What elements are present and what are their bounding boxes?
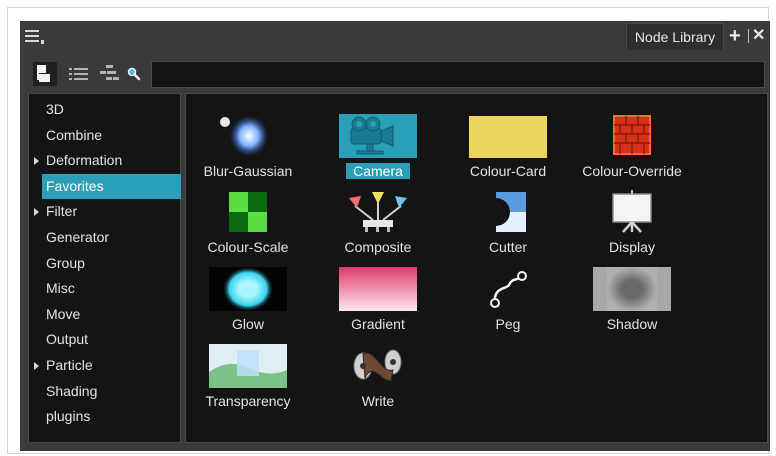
sidebar-item-output[interactable]: Output xyxy=(42,327,181,352)
node-label: Colour-Override xyxy=(582,163,682,179)
sidebar-item-plugins[interactable]: plugins xyxy=(42,404,181,429)
node-item-camera[interactable]: Camera xyxy=(318,114,438,190)
node-label: Shadow xyxy=(606,316,658,332)
node-label: Camera xyxy=(346,163,410,179)
sidebar-item-move[interactable]: Move xyxy=(42,302,181,327)
node-item-write[interactable]: Write xyxy=(318,344,438,420)
colour-override-icon xyxy=(593,114,671,158)
node-label: Gradient xyxy=(351,316,405,332)
node-label: Peg xyxy=(495,316,521,332)
list-view-icon[interactable] xyxy=(67,62,91,86)
node-item-composite[interactable]: Composite xyxy=(318,190,438,266)
gradient-icon xyxy=(339,267,417,311)
sidebar-item-3d[interactable]: 3D xyxy=(42,97,181,122)
tree-view-icon[interactable] xyxy=(33,62,57,86)
search-icon[interactable] xyxy=(124,62,144,86)
sidebar-item-label: Shading xyxy=(46,382,98,399)
sidebar-item-label: Group xyxy=(46,254,85,271)
node-item-gradient[interactable]: Gradient xyxy=(318,267,438,343)
node-label: Colour-Scale xyxy=(207,239,289,255)
node-label: Write xyxy=(361,393,395,409)
node-item-glow[interactable]: Glow xyxy=(188,267,308,343)
blur-gaussian-icon xyxy=(209,114,287,158)
group-view-icon[interactable] xyxy=(98,62,122,86)
node-item-colour-card[interactable]: Colour-Card xyxy=(448,114,568,190)
sidebar-item-label: Deformation xyxy=(46,152,123,169)
node-item-cutter[interactable]: Cutter xyxy=(448,190,568,266)
node-item-shadow[interactable]: Shadow xyxy=(572,267,692,343)
cutter-icon xyxy=(469,190,547,234)
sidebar-item-label: Particle xyxy=(46,357,93,373)
node-item-colour-scale[interactable]: Colour-Scale xyxy=(188,190,308,266)
node-item-display[interactable]: Display xyxy=(572,190,692,266)
sidebar-item-group[interactable]: Group xyxy=(42,251,181,276)
transparency-icon xyxy=(209,344,287,388)
sidebar-item-favorites[interactable]: Favorites xyxy=(42,173,181,199)
display-icon xyxy=(593,190,671,234)
camera-icon xyxy=(339,114,417,158)
node-label: Cutter xyxy=(488,239,528,255)
sidebar-item-deformation[interactable]: Deformation xyxy=(34,148,181,173)
close-icon[interactable]: ✕ xyxy=(752,27,766,45)
peg-icon xyxy=(469,267,547,311)
node-item-transparency[interactable]: Transparency xyxy=(188,344,308,420)
sidebar-item-particle[interactable]: Particle xyxy=(34,353,181,378)
sidebar-item-label: plugins xyxy=(46,408,91,425)
node-item-colour-override[interactable]: Colour-Override xyxy=(572,114,692,190)
shadow-icon xyxy=(593,267,671,311)
node-label: Composite xyxy=(344,239,412,255)
add-tab-icon[interactable]: + xyxy=(729,26,745,46)
glow-icon xyxy=(209,267,287,311)
expand-arrow-icon[interactable] xyxy=(34,157,39,166)
expand-arrow-icon[interactable] xyxy=(34,362,39,370)
node-item-blur-gaussian[interactable]: Blur-Gaussian xyxy=(188,114,308,190)
node-label: Display xyxy=(609,239,655,255)
sidebar-item-generator[interactable]: Generator xyxy=(42,225,181,250)
sidebar-item-label: Output xyxy=(46,331,89,348)
sidebar-item-filter[interactable]: Filter xyxy=(34,199,181,224)
sidebar-item-label: 3D xyxy=(46,101,64,117)
sidebar-item-label: Favorites xyxy=(46,177,104,194)
separator xyxy=(748,29,749,43)
expand-arrow-icon[interactable] xyxy=(34,208,39,217)
node-label: Colour-Card xyxy=(469,163,547,179)
tab-node-library[interactable]: Node Library xyxy=(626,23,724,50)
colour-scale-icon xyxy=(209,190,287,234)
sidebar-item-label: Misc xyxy=(46,280,75,297)
category-list: 3D Combine Deformation Favorites Filter Gener… xyxy=(28,93,181,443)
search-input[interactable] xyxy=(151,61,765,88)
node-label: Glow xyxy=(232,316,264,332)
sidebar-item-combine[interactable]: Combine xyxy=(42,123,181,148)
node-item-peg[interactable]: Peg xyxy=(448,267,568,343)
library-toolbar xyxy=(28,61,766,88)
panel-menu-icon[interactable] xyxy=(25,28,45,46)
node-label: Transparency xyxy=(205,393,291,409)
sidebar-item-label: Combine xyxy=(46,126,103,143)
sidebar-item-label: Filter xyxy=(46,203,78,220)
write-icon xyxy=(339,344,417,388)
colour-card-icon xyxy=(469,114,547,158)
panel-titlebar: Node Library + ✕ xyxy=(20,21,770,52)
node-label: Blur-Gaussian xyxy=(203,163,293,179)
composite-icon xyxy=(339,190,417,234)
sidebar-item-label: Generator xyxy=(46,229,110,245)
node-library-panel: Node Library + ✕ 3D Combine Deformation … xyxy=(20,21,770,451)
sidebar-item-misc[interactable]: Misc xyxy=(42,276,181,301)
sidebar-item-shading[interactable]: Shading xyxy=(42,379,181,404)
node-grid: Blur-Gaussian Camera Colour-Card Colour-Ove… xyxy=(185,93,768,443)
sidebar-item-label: Move xyxy=(46,305,81,322)
